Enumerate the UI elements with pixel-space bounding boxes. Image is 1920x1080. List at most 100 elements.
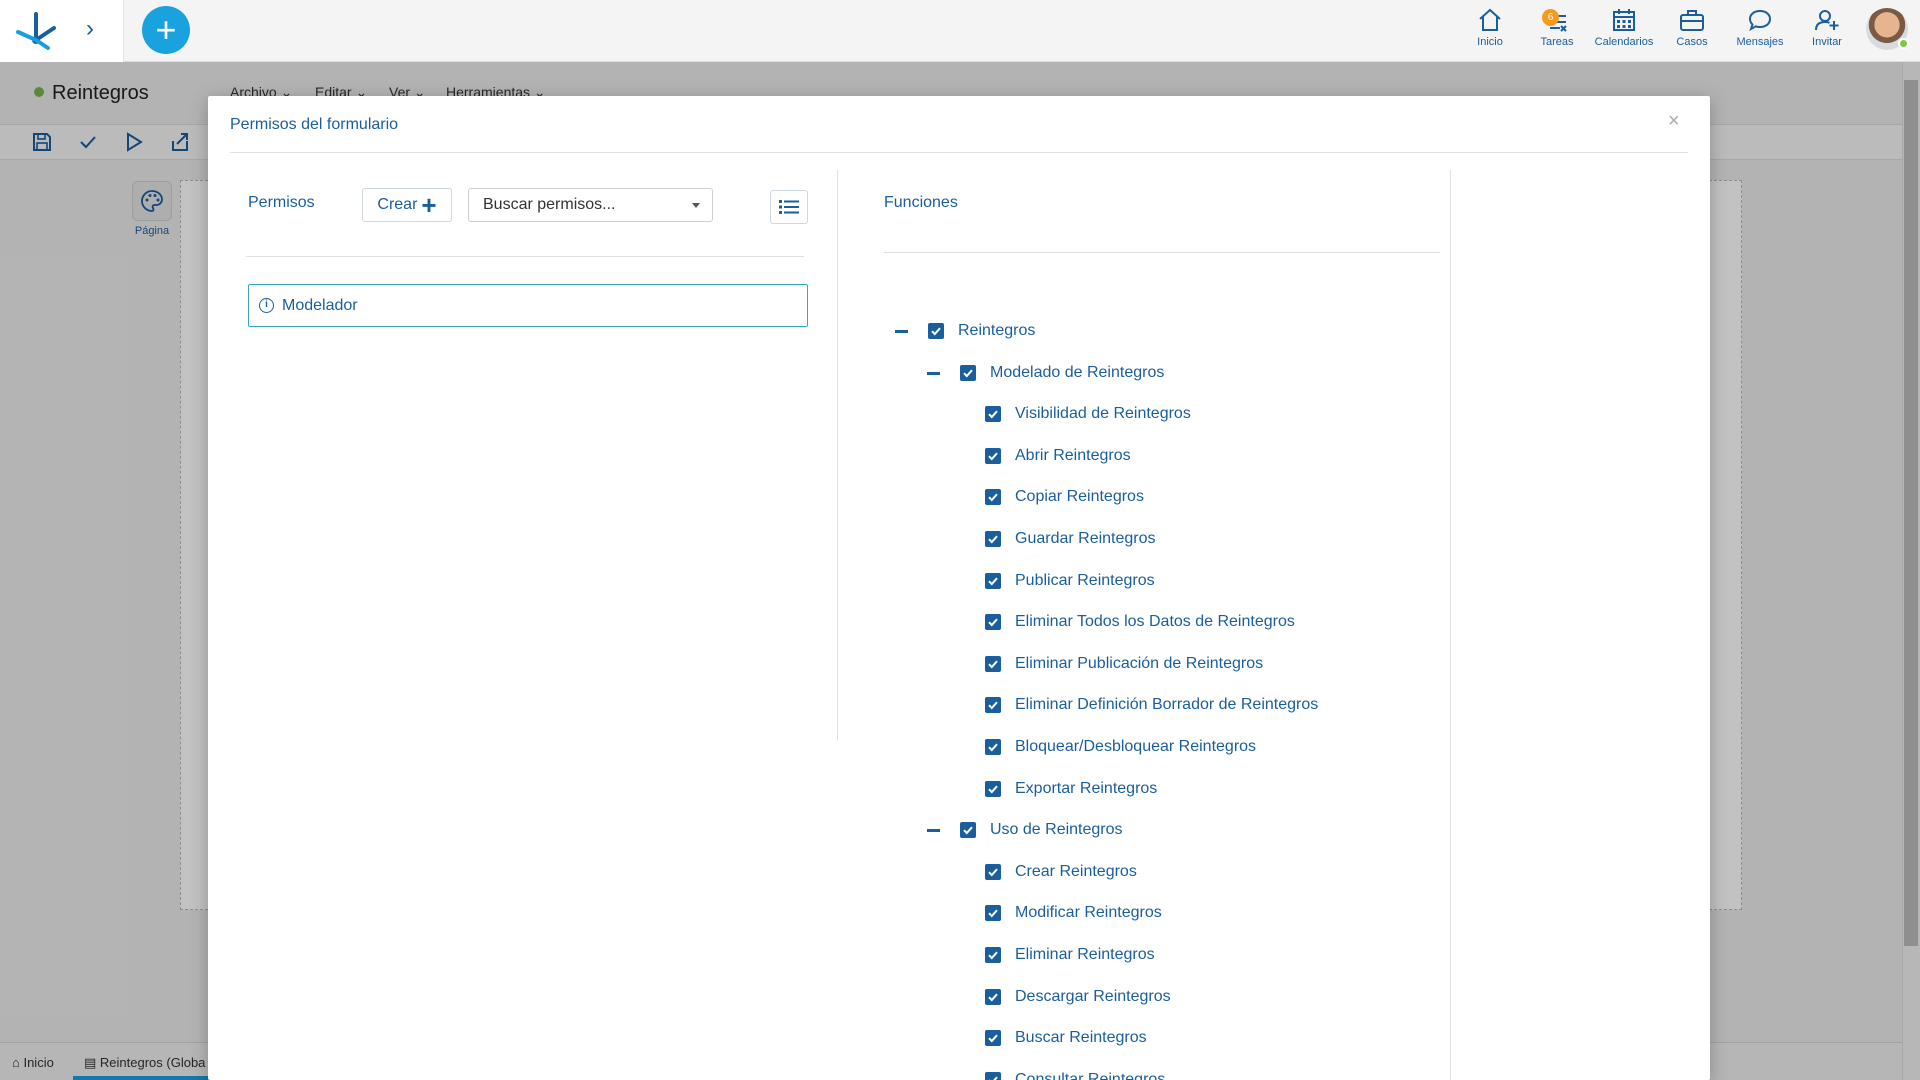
tree-item[interactable]: Descargar Reintegros [985, 986, 1171, 1008]
tree-item[interactable]: Eliminar Reintegros [985, 944, 1155, 966]
expand-chevron-icon[interactable]: › [86, 17, 94, 41]
checkbox[interactable] [985, 614, 1001, 631]
permission-item-modelador[interactable]: i Modelador [248, 284, 808, 327]
nav-label: Casos [1676, 36, 1708, 48]
checkbox[interactable] [985, 863, 1001, 880]
tree-item-label: Reintegros [958, 322, 1036, 339]
tree-item-label: Crear Reintegros [1015, 862, 1137, 880]
tree-item-label: Publicar Reintegros [1015, 571, 1155, 589]
online-status-dot [1898, 38, 1909, 49]
nav-invitar[interactable]: Invitar [1792, 8, 1862, 48]
list-view-button[interactable] [770, 190, 808, 224]
checkbox[interactable] [985, 655, 1001, 672]
tree-item-label: Descargar Reintegros [1015, 987, 1171, 1005]
checkbox[interactable] [985, 406, 1001, 423]
close-icon[interactable]: × [1668, 110, 1680, 133]
tree-item[interactable]: Modelado de Reintegros [927, 362, 1165, 384]
nav-inicio[interactable]: Inicio [1455, 8, 1525, 48]
tree-item-label: Modelado de Reintegros [990, 363, 1165, 381]
functions-panel: Funciones Reintegros Modelado de Reintegr… [864, 170, 1660, 1080]
tree-item[interactable]: Publicar Reintegros [985, 570, 1155, 592]
calendar-icon [1613, 9, 1635, 31]
checkbox[interactable] [985, 780, 1001, 797]
nav-mensajes[interactable]: Mensajes [1725, 8, 1795, 48]
caret-down-icon [692, 203, 700, 208]
tree-item[interactable]: Eliminar Publicación de Reintegros [985, 653, 1263, 675]
nav-label: Invitar [1812, 36, 1842, 48]
permissions-modal: Permisos del formulario × Permisos Crear… [208, 96, 1710, 1080]
checkbox[interactable] [985, 1071, 1001, 1080]
checkbox[interactable] [985, 531, 1001, 547]
tree-item[interactable]: Copiar Reintegros [985, 486, 1144, 508]
permissions-heading: Permisos [248, 194, 315, 211]
checkbox[interactable] [928, 323, 944, 339]
tree-item[interactable]: Visibilidad de Reintegros [985, 403, 1191, 425]
modal-title: Permisos del formulario [230, 116, 399, 133]
divider [246, 256, 804, 257]
checkbox[interactable] [985, 447, 1001, 464]
tree-item-label: Abrir Reintegros [1015, 446, 1131, 464]
collapse-icon[interactable] [927, 829, 940, 833]
tree-item-label: Eliminar Todos los Datos de Reintegros [1015, 613, 1295, 631]
checkbox[interactable] [985, 697, 1001, 714]
top-bar: › + Inicio 6 Tareas Calendarios Casos Me… [0, 0, 1920, 62]
tree-item[interactable]: Eliminar Todos los Datos de Reintegros [985, 611, 1295, 633]
tree-item[interactable]: Uso de Reintegros [927, 819, 1123, 841]
tree-item-label: Uso de Reintegros [990, 821, 1123, 839]
tree-item[interactable]: Eliminar Definición Borrador de Reintegr… [985, 694, 1318, 716]
nav-label: Inicio [1477, 36, 1503, 48]
tree-item[interactable]: Reintegros [895, 320, 1036, 342]
checkbox[interactable] [985, 1030, 1001, 1047]
tree-item-label: Consultar Reintegros [1015, 1070, 1166, 1080]
tasks-badge: 6 [1542, 9, 1559, 26]
tree-item-label: Visibilidad de Reintegros [1015, 405, 1191, 423]
divider [1450, 170, 1451, 1080]
search-value: Buscar permisos... [483, 196, 616, 213]
tree-item[interactable]: Buscar Reintegros [985, 1027, 1147, 1049]
permissions-panel: Permisos Crear + Buscar permisos... i Mo… [230, 170, 838, 740]
home-icon [1479, 8, 1501, 31]
nav-label: Tareas [1540, 36, 1574, 48]
checkbox[interactable] [985, 947, 1001, 963]
tree-item-label: Copiar Reintegros [1015, 488, 1144, 506]
divider [884, 252, 1440, 253]
checkbox[interactable] [960, 822, 976, 839]
checkbox[interactable] [985, 572, 1001, 589]
briefcase-icon [1680, 10, 1704, 31]
nav-calendarios[interactable]: Calendarios [1589, 8, 1659, 48]
tree-item[interactable]: Guardar Reintegros [985, 528, 1156, 550]
nav-tareas[interactable]: 6 Tareas [1522, 8, 1592, 48]
tree-item[interactable]: Bloquear/Desbloquear Reintegros [985, 736, 1256, 758]
tree-item-label: Eliminar Publicación de Reintegros [1015, 654, 1264, 672]
list-icon [779, 200, 799, 214]
tree-item-label: Exportar Reintegros [1015, 779, 1158, 797]
checkbox[interactable] [985, 739, 1001, 755]
chat-icon [1748, 9, 1772, 32]
permission-search-select[interactable]: Buscar permisos... [468, 188, 713, 222]
checkbox[interactable] [985, 489, 1001, 506]
tree-item[interactable]: Modificar Reintegros [985, 902, 1162, 924]
collapse-icon[interactable] [895, 330, 908, 333]
checkbox[interactable] [985, 988, 1001, 1005]
add-button[interactable]: + [142, 6, 190, 54]
create-label: Crear [377, 196, 418, 213]
functions-heading: Funciones [884, 194, 958, 211]
logo-icon [16, 12, 56, 50]
permission-label: Modelador [282, 296, 358, 314]
nav-label: Calendarios [1594, 36, 1654, 48]
app-logo[interactable]: › [0, 0, 124, 62]
plus-icon: + [421, 190, 437, 220]
tree-item-label: Buscar Reintegros [1015, 1029, 1147, 1047]
checkbox[interactable] [960, 364, 976, 381]
tree-item[interactable]: Consultar Reintegros [985, 1069, 1165, 1080]
collapse-icon[interactable] [927, 371, 940, 375]
tree-item[interactable]: Abrir Reintegros [985, 445, 1131, 467]
tree-item-label: Modificar Reintegros [1015, 904, 1162, 922]
checkbox[interactable] [985, 905, 1001, 922]
nav-casos[interactable]: Casos [1657, 8, 1727, 48]
tree-item[interactable]: Exportar Reintegros [985, 778, 1157, 800]
tree-item[interactable]: Crear Reintegros [985, 861, 1137, 883]
info-icon: i [259, 298, 274, 313]
tree-item-label: Eliminar Definición Borrador de Reintegr… [1015, 696, 1319, 714]
create-permission-button[interactable]: Crear + [362, 188, 452, 222]
